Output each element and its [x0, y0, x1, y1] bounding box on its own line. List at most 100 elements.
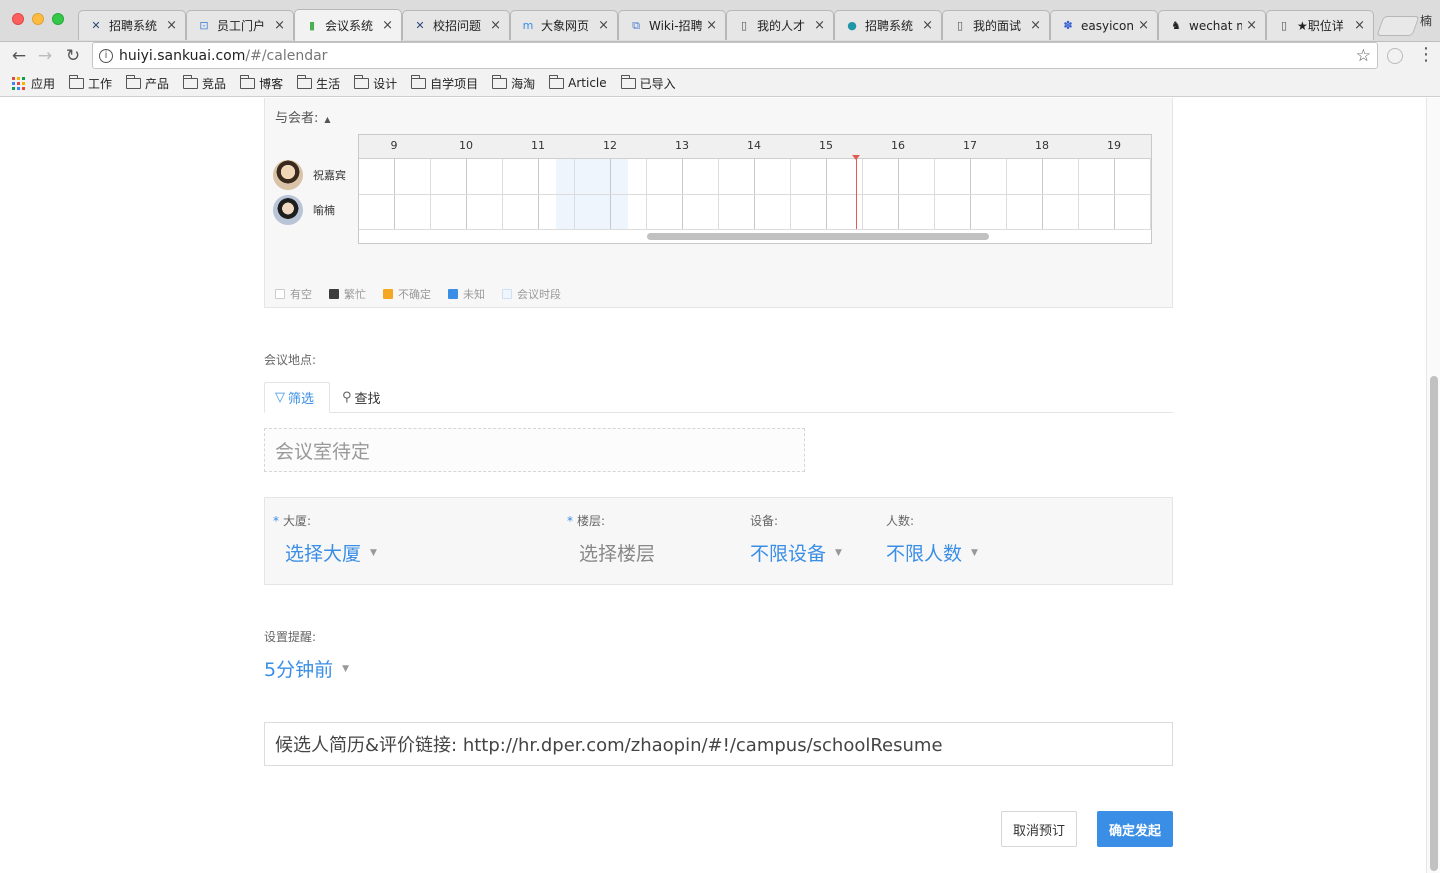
maximize-window-button[interactable] — [52, 13, 64, 25]
page-scrollbar-thumb[interactable] — [1430, 376, 1438, 871]
bookmark-item[interactable]: 产品 — [126, 74, 169, 92]
resume-link-field[interactable]: 候选人简历&评价链接: http://hr.dper.com/zhaopin/#… — [264, 722, 1173, 766]
legend-swatch — [502, 289, 512, 299]
browser-tab[interactable]: ✕ 校招问题 × — [402, 10, 510, 40]
browser-tab[interactable]: ⧉ Wiki-招聘 × — [618, 10, 726, 40]
close-tab-icon[interactable]: × — [814, 18, 825, 33]
availability-timeline[interactable]: 9 10 11 12 13 14 15 16 17 18 19 — [358, 134, 1152, 244]
device-filter[interactable]: 设备: 不限设备 ▼ — [750, 512, 842, 566]
attendee-row: 喻楠 — [273, 195, 335, 225]
tab-search[interactable]: ⚲ 查找 — [332, 382, 391, 413]
reminder-select[interactable]: 5分钟前 ▼ — [264, 655, 349, 682]
browser-tab[interactable]: ● 招聘系统 × — [834, 10, 942, 40]
close-tab-icon[interactable]: × — [1030, 18, 1041, 33]
bookmark-star-icon[interactable]: ☆ — [1356, 46, 1371, 66]
close-tab-icon[interactable]: × — [1138, 18, 1149, 33]
attendee-row: 祝嘉宾 — [273, 160, 346, 190]
people-select[interactable]: 不限人数 ▼ — [886, 539, 978, 566]
info-icon[interactable]: i — [99, 48, 113, 63]
hour-tick-label: 19 — [1107, 139, 1121, 152]
profile-button[interactable]: 楠 — [1420, 12, 1432, 29]
bookmark-item[interactable]: 已导入 — [620, 74, 676, 92]
folder-icon — [492, 74, 508, 89]
browser-menu-icon[interactable]: ⋮ — [1417, 44, 1435, 65]
address-bar[interactable]: i huiyi.sankuai.com/#/calendar ☆ — [92, 42, 1378, 69]
close-tab-icon[interactable]: × — [706, 18, 717, 33]
bookmark-item[interactable]: 博客 — [240, 74, 283, 92]
timeline-horizontal-scrollbar[interactable] — [647, 233, 989, 240]
reload-button[interactable]: ↻ — [62, 45, 84, 67]
close-tab-icon[interactable]: × — [166, 18, 177, 33]
back-button[interactable]: ← — [8, 45, 30, 67]
floor-select[interactable]: 选择楼层 — [579, 539, 655, 566]
close-window-button[interactable] — [12, 13, 24, 25]
close-tab-icon[interactable]: × — [1354, 18, 1365, 33]
timeline-row-line — [359, 229, 1151, 230]
bookmark-item[interactable]: 竞品 — [183, 74, 226, 92]
building-filter[interactable]: * 大厦: 选择大厦 ▼ — [273, 512, 377, 566]
floor-filter[interactable]: * 楼层: 选择楼层 — [567, 512, 655, 566]
legend-item: 有空 — [275, 286, 312, 302]
bookmarks-bar: 应用 工作 产品 竞品 博客 生活 设计 自学项目 海淘 Article 已导入 — [0, 70, 1440, 97]
hour-tick-label: 9 — [390, 139, 398, 152]
location-tabs: ▽ 筛选 ⚲ 查找 — [264, 382, 1173, 413]
building-value: 选择大厦 — [285, 543, 362, 565]
close-tab-icon[interactable]: × — [490, 18, 501, 33]
browser-tab[interactable]: ♞ wechat m × — [1158, 10, 1266, 40]
close-tab-icon[interactable]: × — [598, 18, 609, 33]
browser-toolbar: ← → ↻ i huiyi.sankuai.com/#/calendar ☆ — [0, 42, 1440, 70]
people-filter[interactable]: 人数: 不限人数 ▼ — [886, 512, 978, 566]
chevron-down-icon: ▼ — [835, 547, 842, 558]
close-tab-icon[interactable]: × — [1246, 18, 1257, 33]
document-icon: ▯ — [740, 19, 748, 32]
room-pending-field[interactable]: 会议室待定 — [264, 428, 805, 472]
cancel-booking-button[interactable]: 取消预订 — [1001, 811, 1077, 847]
wiki-icon: ⧉ — [632, 18, 640, 32]
bookmark-label: 工作 — [88, 76, 113, 91]
github-icon: ♞ — [1171, 19, 1181, 32]
browser-tab[interactable]: ✽ easyicon × — [1050, 10, 1158, 40]
calendar-app-icon: ▮ — [308, 19, 316, 32]
browser-tab[interactable]: m 大象网页 × — [510, 10, 618, 40]
bookmark-item[interactable]: 自学项目 — [411, 74, 478, 92]
tab-filter[interactable]: ▽ 筛选 — [264, 382, 330, 413]
extension-icon[interactable] — [1387, 48, 1403, 64]
bookmark-label: Article — [568, 76, 607, 90]
attendees-header[interactable]: 与会者: ▲ — [275, 107, 331, 126]
new-tab-button[interactable] — [1376, 16, 1420, 36]
url-text: huiyi.sankuai.com/#/calendar — [119, 48, 327, 64]
folder-icon — [297, 74, 313, 89]
bookmark-item[interactable]: Article — [549, 74, 607, 90]
legend-swatch — [448, 289, 458, 299]
required-mark: * — [273, 514, 279, 528]
page-scrollbar[interactable] — [1426, 98, 1440, 873]
close-tab-icon[interactable]: × — [922, 18, 933, 33]
forward-button[interactable]: → — [34, 45, 56, 67]
close-tab-icon[interactable]: × — [274, 18, 285, 33]
close-tab-icon[interactable]: × — [382, 18, 393, 33]
legend-swatch — [329, 289, 339, 299]
browser-tab[interactable]: ▯ ★职位详 × — [1266, 10, 1374, 40]
browser-tab[interactable]: ▯ 我的人才 × — [726, 10, 834, 40]
browser-tab[interactable]: ▯ 我的面试 × — [942, 10, 1050, 40]
collapse-caret-icon[interactable]: ▲ — [324, 115, 330, 124]
bookmark-item[interactable]: 设计 — [354, 74, 397, 92]
browser-tab[interactable]: ⊡ 员工门户 × — [186, 10, 294, 40]
device-label: 设备: — [750, 514, 779, 528]
building-select[interactable]: 选择大厦 ▼ — [285, 539, 377, 566]
browser-tab[interactable]: ▮ 会议系统 × — [294, 9, 402, 41]
globe-icon: ● — [847, 19, 857, 32]
tab-title: 招聘系统 — [109, 19, 158, 33]
bookmark-item[interactable]: 工作 — [69, 74, 113, 92]
confirm-booking-button[interactable]: 确定发起 — [1097, 811, 1173, 847]
tab-search-label: 查找 — [354, 392, 381, 407]
bookmark-item[interactable]: 应用 — [12, 75, 55, 92]
legend-label: 繁忙 — [344, 288, 366, 301]
hour-tick-label: 10 — [459, 139, 473, 152]
attendees-title: 与会者: — [275, 111, 319, 126]
minimize-window-button[interactable] — [32, 13, 44, 25]
bookmark-item[interactable]: 生活 — [297, 74, 340, 92]
bookmark-item[interactable]: 海淘 — [492, 74, 535, 92]
browser-tab[interactable]: ✕ 招聘系统 × — [78, 10, 186, 40]
device-select[interactable]: 不限设备 ▼ — [750, 539, 842, 566]
